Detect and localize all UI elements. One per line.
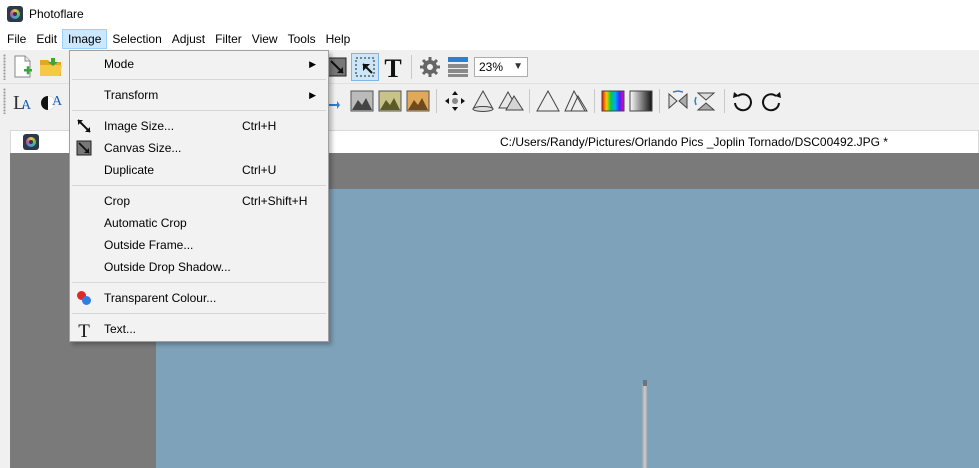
open-folder-icon[interactable] bbox=[37, 53, 65, 81]
image-menu-dropdown: Mode ▶ Transform ▶ Image Size... Ctrl+H … bbox=[69, 50, 329, 342]
rectangle-selection-icon[interactable] bbox=[351, 52, 379, 81]
resize-arrow-icon bbox=[76, 118, 92, 134]
flip-vertical-icon[interactable] bbox=[692, 87, 720, 115]
zoom-value: 23% bbox=[479, 59, 504, 74]
toolbar-separator bbox=[724, 89, 725, 113]
text-t-icon: T bbox=[76, 321, 92, 342]
menu-item-duplicate[interactable]: Duplicate Ctrl+U bbox=[70, 159, 328, 181]
toolbar-grip[interactable] bbox=[3, 88, 6, 114]
pyramid-shape-icon[interactable] bbox=[497, 87, 525, 115]
flip-horizontal-icon[interactable] bbox=[664, 87, 692, 115]
photoflare-window: Photoflare File Edit Image Selection Adj… bbox=[0, 0, 979, 468]
svg-text:T: T bbox=[78, 321, 90, 339]
menu-adjust[interactable]: Adjust bbox=[167, 29, 210, 49]
toolbar-separator bbox=[529, 89, 530, 113]
menu-item-label: Crop bbox=[104, 194, 131, 208]
svg-text:A: A bbox=[52, 94, 63, 109]
document-icon bbox=[23, 134, 39, 150]
menu-separator bbox=[72, 185, 326, 186]
menu-item-mode[interactable]: Mode ▶ bbox=[70, 53, 328, 75]
menu-image[interactable]: Image bbox=[62, 29, 108, 49]
title-bar: Photoflare bbox=[0, 0, 979, 28]
landscape-gray-icon[interactable] bbox=[348, 87, 376, 115]
menu-item-automatic-crop[interactable]: Automatic Crop bbox=[70, 212, 328, 234]
menu-item-label: Mode bbox=[104, 57, 135, 71]
menu-item-image-size[interactable]: Image Size... Ctrl+H bbox=[70, 115, 328, 137]
canvas-size-icon bbox=[76, 140, 92, 156]
color-spectrum-icon[interactable] bbox=[599, 87, 627, 115]
settings-gear-icon[interactable] bbox=[416, 53, 444, 81]
submenu-arrow-icon: ▶ bbox=[309, 59, 316, 69]
color-tool-icon[interactable]: A bbox=[37, 87, 65, 115]
grayscale-gradient-icon[interactable] bbox=[627, 87, 655, 115]
menu-item-transform[interactable]: Transform ▶ bbox=[70, 84, 328, 106]
menu-separator bbox=[72, 313, 326, 314]
landscape-sepia-icon[interactable] bbox=[404, 87, 432, 115]
toolbar-separator bbox=[659, 89, 660, 113]
toolbar-separator bbox=[436, 89, 437, 113]
menu-separator bbox=[72, 79, 326, 80]
menu-item-label: Text... bbox=[104, 322, 137, 336]
menu-item-label: Transform bbox=[104, 88, 159, 102]
menu-shortcut: Ctrl+Shift+H bbox=[242, 194, 308, 208]
move-arrows-icon[interactable] bbox=[441, 87, 469, 115]
zoom-select[interactable]: 23% ▼ bbox=[474, 56, 528, 77]
photoflare-logo-icon bbox=[7, 6, 23, 22]
menu-bar: File Edit Image Selection Adjust Filter … bbox=[0, 28, 979, 50]
menu-separator bbox=[72, 282, 326, 283]
menu-view[interactable]: View bbox=[247, 29, 283, 49]
menu-help[interactable]: Help bbox=[321, 29, 356, 49]
menu-filter[interactable]: Filter bbox=[210, 29, 247, 49]
toolbar-separator bbox=[411, 54, 412, 79]
document-path: C:/Users/Randy/Pictures/Orlando Pics _Jo… bbox=[500, 135, 888, 149]
svg-text:A: A bbox=[21, 98, 32, 113]
menu-shortcut: Ctrl+H bbox=[242, 119, 277, 133]
cone-shape-icon[interactable] bbox=[469, 87, 497, 115]
menu-item-label: Outside Frame... bbox=[104, 238, 194, 252]
menu-separator bbox=[72, 110, 326, 111]
menu-item-outside-frame[interactable]: Outside Frame... bbox=[70, 234, 328, 256]
menu-item-text[interactable]: T Text... bbox=[70, 318, 328, 342]
menu-item-canvas-size[interactable]: Canvas Size... bbox=[70, 137, 328, 159]
new-file-icon[interactable] bbox=[9, 53, 37, 81]
triangle-double-icon[interactable] bbox=[562, 87, 590, 115]
rotate-ccw-icon[interactable] bbox=[729, 87, 757, 115]
menu-item-label: Transparent Colour... bbox=[104, 291, 217, 305]
chevron-down-icon: ▼ bbox=[513, 60, 523, 72]
color-dots-icon bbox=[76, 290, 92, 306]
menu-item-label: Duplicate bbox=[104, 163, 155, 177]
menu-item-transparent-colour[interactable]: Transparent Colour... bbox=[70, 287, 328, 309]
submenu-arrow-icon: ▶ bbox=[309, 90, 316, 100]
rotate-cw-icon[interactable] bbox=[757, 87, 785, 115]
menu-selection[interactable]: Selection bbox=[107, 29, 166, 49]
text-tool-icon[interactable]: T bbox=[379, 53, 407, 81]
triangle-outline-icon[interactable] bbox=[534, 87, 562, 115]
menu-edit[interactable]: Edit bbox=[31, 29, 62, 49]
menu-item-label: Automatic Crop bbox=[104, 216, 187, 230]
svg-text:T: T bbox=[384, 55, 401, 79]
window-title: Photoflare bbox=[29, 7, 84, 21]
menu-item-label: Image Size... bbox=[104, 119, 175, 133]
toolbar-grip[interactable] bbox=[3, 53, 6, 80]
menu-tools[interactable]: Tools bbox=[283, 29, 321, 49]
menu-item-label: Canvas Size... bbox=[104, 141, 182, 155]
toolbar-separator bbox=[594, 89, 595, 113]
menu-shortcut: Ctrl+U bbox=[242, 163, 277, 177]
landscape-green-icon[interactable] bbox=[376, 87, 404, 115]
menu-item-outside-drop-shadow[interactable]: Outside Drop Shadow... bbox=[70, 256, 328, 278]
menu-file[interactable]: File bbox=[2, 29, 31, 49]
menu-item-label: Outside Drop Shadow... bbox=[104, 260, 231, 274]
batch-list-icon[interactable] bbox=[444, 53, 472, 81]
tower-image bbox=[642, 380, 648, 468]
menu-item-crop[interactable]: Crop Ctrl+Shift+H bbox=[70, 190, 328, 212]
font-tool-icon[interactable]: LA bbox=[9, 87, 37, 115]
